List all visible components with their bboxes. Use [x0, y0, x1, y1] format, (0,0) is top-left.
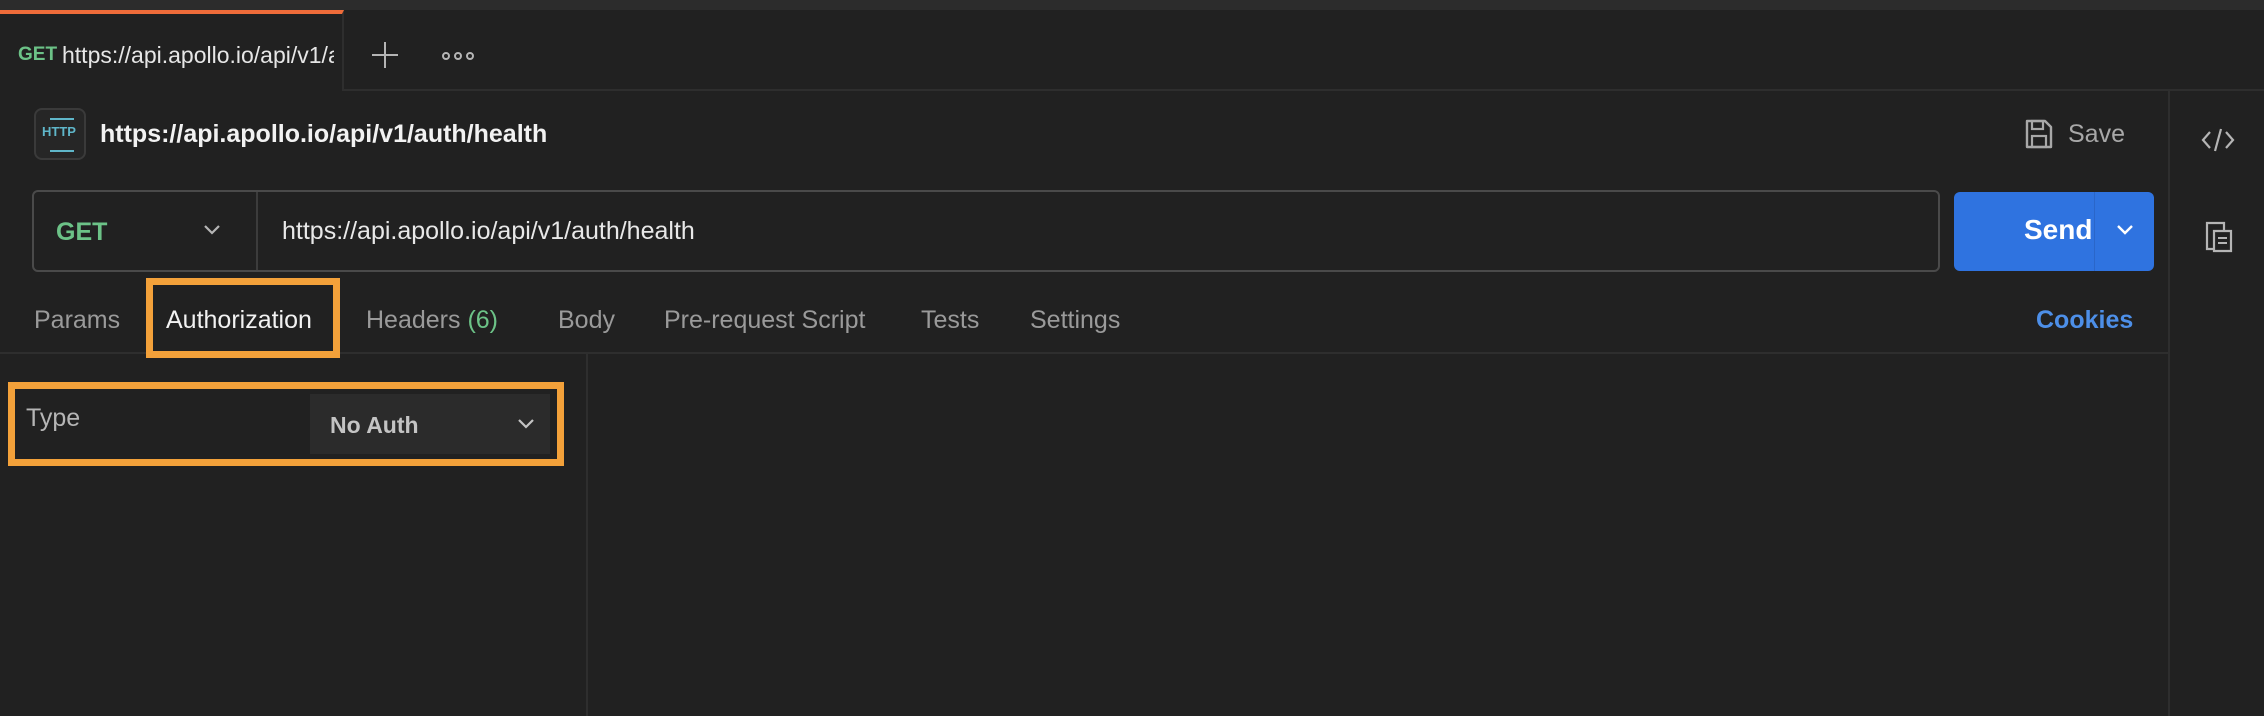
tab-authorization[interactable]: Authorization: [166, 306, 312, 335]
headers-count: (6): [467, 306, 499, 334]
http-badge-label: HTTP: [42, 124, 76, 139]
auth-type-value: No Auth: [330, 412, 419, 438]
auth-type-label: Type: [26, 404, 81, 432]
auth-type-select[interactable]: No Auth: [310, 394, 550, 454]
tab-params[interactable]: Params: [34, 306, 120, 335]
chevron-down-icon[interactable]: [2114, 222, 2136, 238]
request-title: https://api.apollo.io/api/v1/auth/health: [100, 120, 548, 148]
request-subtabs: Params Authorization Headers (6) Body Pr…: [0, 278, 2168, 358]
url-bar: GET: [32, 190, 1940, 272]
cookies-link[interactable]: Cookies: [2036, 306, 2133, 335]
tab-tests[interactable]: Tests: [921, 306, 979, 335]
tab-body[interactable]: Body: [558, 306, 615, 335]
save-icon: [2025, 119, 2053, 149]
plus-icon[interactable]: [370, 40, 400, 70]
chevron-down-icon: [204, 225, 220, 235]
auth-panel: Type No Auth: [0, 354, 588, 716]
ellipsis-icon[interactable]: [442, 52, 474, 60]
tab-settings[interactable]: Settings: [1030, 306, 1120, 335]
right-sidebar: [2168, 91, 2264, 716]
document-icon[interactable]: [2204, 219, 2234, 253]
tab-headers[interactable]: Headers (6): [366, 306, 498, 335]
chevron-down-icon: [518, 419, 534, 429]
tab-pre-request-script[interactable]: Pre-request Script: [664, 306, 865, 335]
request-tab-url: https://api.apollo.io/api/v1/auth/health: [62, 42, 334, 68]
tab-strip: GET https://api.apollo.io/api/v1/auth/he…: [0, 0, 2264, 91]
method-select[interactable]: GET: [34, 192, 258, 270]
save-button[interactable]: Save: [2024, 114, 2125, 154]
save-label: Save: [2068, 119, 2125, 148]
http-request-icon: HTTP: [34, 108, 86, 160]
url-input[interactable]: [282, 210, 1902, 252]
request-tab[interactable]: GET https://api.apollo.io/api/v1/auth/he…: [0, 10, 344, 91]
code-icon[interactable]: [2200, 125, 2236, 155]
send-button[interactable]: Send: [1954, 192, 2154, 271]
method-label: GET: [56, 218, 108, 246]
tab-headers-label: Headers: [366, 306, 461, 334]
request-tab-method: GET: [18, 44, 58, 65]
send-label: Send: [2024, 214, 2093, 245]
